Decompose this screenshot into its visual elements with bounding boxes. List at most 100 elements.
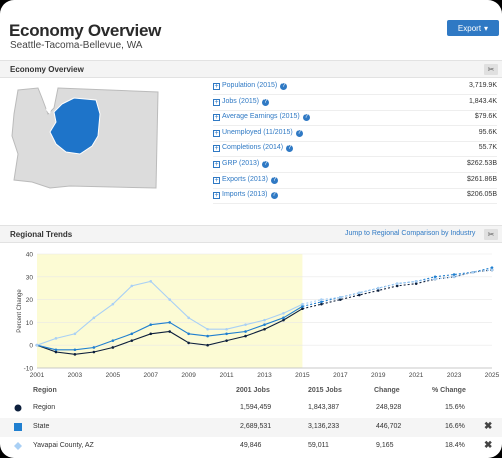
series-point-2 <box>471 270 475 274</box>
y-tick-label: 0 <box>29 343 33 350</box>
stat-label[interactable]: GRP (2013)? <box>222 160 270 168</box>
stat-label[interactable]: Unemployed (11/2015)? <box>222 129 303 137</box>
series-point-2 <box>92 316 96 320</box>
expand-icon[interactable]: + <box>213 161 220 168</box>
diamond-marker-icon <box>14 442 22 450</box>
series-point-0 <box>414 282 418 285</box>
help-icon[interactable]: ? <box>302 114 310 122</box>
stat-row[interactable]: + Completions (2014)? 55.7K <box>213 142 497 158</box>
series-point-2 <box>395 282 399 285</box>
series-point-0 <box>54 350 58 354</box>
series-point-0 <box>244 334 247 338</box>
help-icon[interactable]: ? <box>295 129 303 137</box>
series-point-2 <box>301 302 304 306</box>
stat-row[interactable]: + Imports (2013)? $206.05B <box>213 189 497 205</box>
stat-row[interactable]: + GRP (2013)? $262.53B <box>213 158 497 173</box>
stat-value: 95.6K <box>478 128 497 136</box>
series-point-1 <box>490 266 494 269</box>
series-point-2 <box>130 284 134 288</box>
y-tick-label: 40 <box>26 252 34 259</box>
stat-label[interactable]: Jobs (2015)? <box>222 98 269 106</box>
series-point-2 <box>35 343 39 347</box>
series-point-2 <box>490 268 494 272</box>
series-point-2 <box>320 298 323 301</box>
export-button[interactable]: Export ▾ <box>447 20 499 36</box>
y-tick-label: 10 <box>26 320 34 327</box>
row-2001-jobs: 49,846 <box>240 442 262 449</box>
series-point-2 <box>244 323 247 326</box>
scissors-icon[interactable]: ✂ <box>484 229 498 240</box>
expand-icon[interactable]: + <box>213 129 220 137</box>
expand-icon[interactable]: + <box>213 114 220 122</box>
row-2015-jobs: 1,843,387 <box>308 404 340 411</box>
help-icon[interactable]: ? <box>262 161 270 168</box>
stat-label[interactable]: Population (2015)? <box>222 82 288 90</box>
square-marker-icon <box>14 423 22 431</box>
series-point-2 <box>357 291 361 295</box>
series-point-0 <box>206 343 209 347</box>
stat-value: $261.86B <box>467 175 497 183</box>
help-icon[interactable]: ? <box>280 83 288 90</box>
series-point-1 <box>320 300 323 304</box>
expand-icon[interactable]: + <box>213 98 220 106</box>
stat-label[interactable]: Average Earnings (2015)? <box>222 113 310 122</box>
help-icon[interactable]: ? <box>270 176 278 184</box>
x-tick-label: 2005 <box>106 372 121 379</box>
row-region: Yavapai County, AZ <box>33 442 94 449</box>
series-projection-0 <box>302 269 493 310</box>
export-label: Export <box>457 23 482 33</box>
help-icon[interactable]: ? <box>270 192 278 200</box>
series-point-0 <box>376 289 380 292</box>
scissors-icon[interactable]: ✂ <box>484 64 498 75</box>
stat-label[interactable]: Imports (2013)? <box>222 191 278 200</box>
series-point-2 <box>433 277 437 281</box>
expand-icon[interactable]: + <box>213 83 220 90</box>
stat-row[interactable]: + Exports (2013)? $261.86B <box>213 174 497 189</box>
row-2015-jobs: 3,136,233 <box>308 423 340 430</box>
trends-section-label: Regional Trends <box>10 230 73 239</box>
series-point-1 <box>263 323 266 326</box>
x-tick-label: 2001 <box>30 372 45 379</box>
x-tick-label: 2003 <box>68 372 83 379</box>
table-header: Region 2001 Jobs 2015 Jobs Change % Chan… <box>0 384 502 398</box>
x-tick-label: 2021 <box>409 372 424 379</box>
x-tick-label: 2007 <box>144 372 159 379</box>
series-point-2 <box>54 337 58 340</box>
header-region: Region <box>33 387 57 394</box>
stat-row[interactable]: + Average Earnings (2015)? $79.6K <box>213 111 497 127</box>
series-point-2 <box>225 327 228 331</box>
overview-section-header: Economy Overview ✂ <box>0 60 502 78</box>
history-highlight <box>37 254 303 368</box>
stat-label[interactable]: Exports (2013)? <box>222 176 278 184</box>
expand-icon[interactable]: + <box>213 176 220 184</box>
x-tick-label: 2019 <box>371 372 386 379</box>
stat-row[interactable]: + Population (2015)? 3,719.9K <box>213 80 497 95</box>
close-icon[interactable]: ✖ <box>484 440 492 451</box>
stat-label[interactable]: Completions (2014)? <box>222 144 294 153</box>
stat-value: 55.7K <box>478 144 497 152</box>
regional-comparison-link[interactable]: Jump to Regional Comparison by Industry <box>345 230 475 237</box>
help-icon[interactable]: ? <box>286 145 294 153</box>
series-point-1 <box>244 330 247 333</box>
series-point-2 <box>414 280 418 283</box>
expand-icon[interactable]: + <box>213 192 220 200</box>
series-point-1 <box>225 332 228 336</box>
series-point-0 <box>187 341 190 345</box>
series-point-1 <box>92 346 96 349</box>
series-point-2 <box>149 280 153 283</box>
help-icon[interactable]: ? <box>261 98 269 106</box>
stat-row[interactable]: + Unemployed (11/2015)? 95.6K <box>213 127 497 142</box>
close-icon[interactable]: ✖ <box>484 421 492 432</box>
series-point-1 <box>433 275 437 279</box>
stat-row[interactable]: + Jobs (2015)? 1,843.4K <box>213 96 497 111</box>
expand-icon[interactable]: + <box>213 145 220 153</box>
series-point-0 <box>73 353 77 356</box>
series-point-2 <box>111 302 115 306</box>
series-point-2 <box>73 332 77 336</box>
series-point-0 <box>320 302 323 306</box>
x-tick-label: 2011 <box>220 372 234 379</box>
series-point-0 <box>357 293 361 297</box>
series-point-2 <box>206 327 209 331</box>
header-pct-change: % Change <box>432 387 466 394</box>
stat-value: $262.53B <box>467 160 497 167</box>
